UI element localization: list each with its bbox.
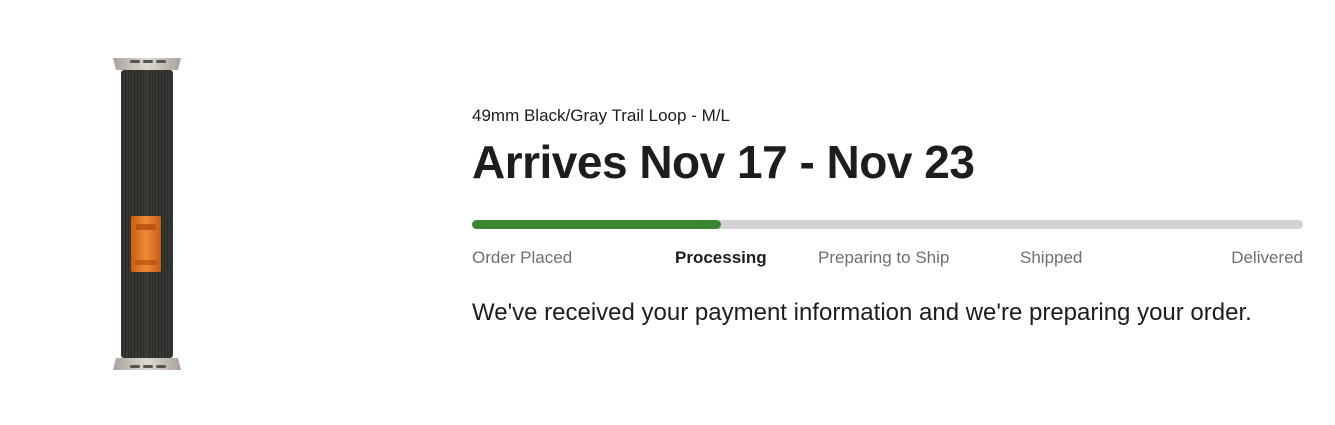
status-message: We've received your payment information … (472, 299, 1252, 326)
order-progress-bar (472, 220, 1303, 229)
order-progress-fill (472, 220, 722, 229)
step-delivered: Delivered (1231, 248, 1303, 267)
top-connector (113, 58, 181, 70)
product-name: 49mm Black/Gray Trail Loop - M/L (472, 106, 730, 125)
order-details: 49mm Black/Gray Trail Loop - M/L Arrives… (472, 104, 1303, 329)
progress-steps: Order Placed Processing Preparing to Shi… (472, 247, 1303, 277)
step-shipped: Shipped (1020, 248, 1083, 267)
watch-band-illustration (113, 58, 181, 370)
step-processing: Processing (675, 248, 767, 267)
step-order-placed: Order Placed (472, 248, 573, 267)
arrival-date: Arrives Nov 17 - Nov 23 (472, 136, 975, 188)
product-image (108, 54, 186, 374)
step-preparing-to-ship: Preparing to Ship (818, 248, 950, 267)
order-status-page: 49mm Black/Gray Trail Loop - M/L Arrives… (0, 0, 1335, 425)
bottom-connector (113, 358, 181, 370)
